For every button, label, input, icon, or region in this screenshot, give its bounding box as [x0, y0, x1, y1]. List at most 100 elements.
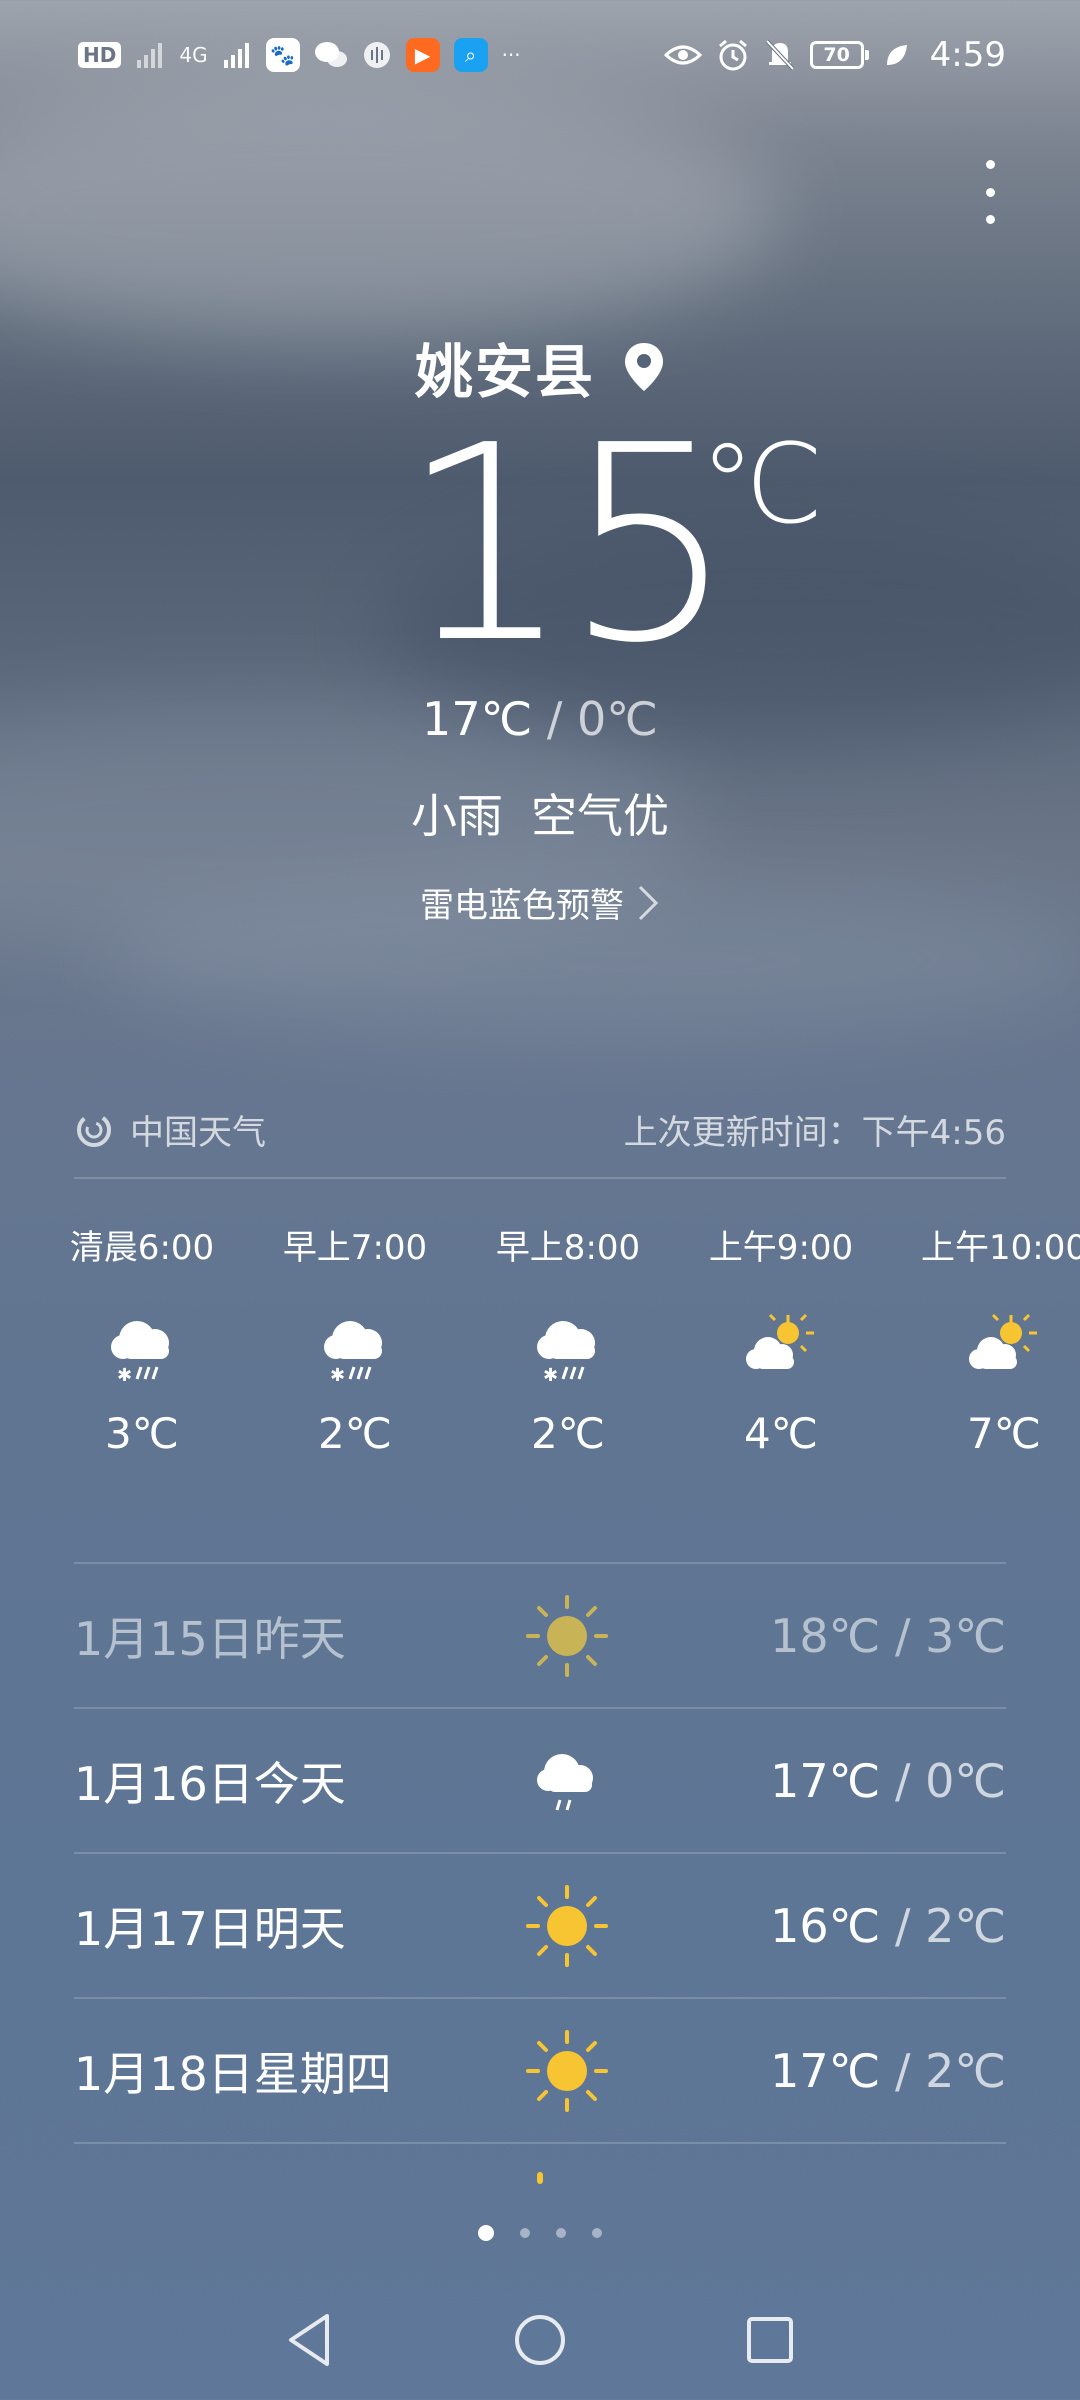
- day-temp-separator: /: [894, 1899, 911, 1953]
- day-high: 18℃: [770, 1609, 881, 1663]
- video-app-icon: ▶: [405, 38, 440, 72]
- hour-temp: 3℃: [105, 1409, 179, 1458]
- menu-dot-icon: [985, 160, 995, 169]
- back-triangle-icon: [289, 2314, 329, 2366]
- more-notifications: ···: [501, 43, 521, 67]
- snow-cloud-icon: ✱: [537, 1321, 595, 1386]
- hour-temp: 7℃: [967, 1409, 1041, 1458]
- air-quality[interactable]: 空气优: [531, 780, 669, 846]
- weather-warning-link[interactable]: 雷电蓝色预警: [0, 878, 1080, 927]
- sun-icon: [526, 2030, 608, 2112]
- hourly-item: 清晨6:00 ✱ 3℃: [42, 1220, 242, 1458]
- alarm-icon: [718, 39, 747, 71]
- home-button[interactable]: [510, 2310, 570, 2370]
- day-high: 17℃: [770, 1754, 881, 1808]
- location-pin-icon: [625, 343, 663, 391]
- today-low: 0℃: [577, 692, 658, 746]
- temperature-unit: ℃: [700, 420, 824, 548]
- condition-row: 小雨 空气优: [0, 780, 1080, 846]
- day-label: 1月18日星期四: [74, 2047, 392, 2101]
- sun-icon: [526, 1885, 608, 1967]
- voice-app-icon: [363, 42, 390, 68]
- hour-time: 上午10:00: [921, 1228, 1080, 1268]
- home-circle-icon: [515, 2315, 565, 2365]
- day-temp: 17℃ / 2℃: [770, 2044, 1006, 2098]
- clock: 4:59: [929, 35, 1006, 75]
- page-dot[interactable]: [592, 2228, 602, 2238]
- battery-indicator: 70: [809, 41, 869, 69]
- day-low: 2℃: [925, 2044, 1006, 2098]
- sun-ray-partial-icon: [537, 2172, 543, 2184]
- svg-text:✱: ✱: [117, 1365, 132, 1386]
- hour-time: 早上8:00: [495, 1228, 641, 1268]
- hd-indicator: HD: [78, 42, 122, 68]
- system-navigation-bar: [0, 2280, 1080, 2400]
- day-label: 1月16日今天: [74, 1757, 346, 1811]
- daily-row-yesterday[interactable]: 1月15日昨天 18℃ / 3℃: [74, 1564, 1006, 1708]
- divider: [74, 2142, 1006, 2144]
- daily-row-today[interactable]: 1月16日今天 17℃ / 0℃: [74, 1709, 1006, 1853]
- daily-row-thursday[interactable]: 1月18日星期四 17℃ / 2℃: [74, 1999, 1006, 2143]
- weather-condition: 小雨: [411, 789, 503, 843]
- signal-strength-icon: [223, 43, 249, 68]
- hour-temp: 4℃: [744, 1409, 818, 1458]
- day-high: 16℃: [770, 1899, 881, 1953]
- recents-square-icon: [747, 2317, 793, 2363]
- source-name: 中国天气: [130, 1113, 266, 1153]
- partly-sunny-icon: [746, 1313, 814, 1369]
- wechat-icon: [314, 42, 347, 67]
- source-row: 中国天气 上次更新时间：下午4:56: [74, 1105, 1006, 1154]
- day-high: 17℃: [770, 2044, 881, 2098]
- hourly-item: 早上8:00 ✱ 2℃: [468, 1220, 668, 1458]
- snow-cloud-icon: ✱: [324, 1321, 382, 1386]
- day-temp: 17℃ / 0℃: [770, 1754, 1006, 1808]
- sun-icon: [526, 1595, 608, 1677]
- hourly-forecast[interactable]: 清晨6:00 ✱ 3℃ 早上7:00 ✱ 2℃ 早上8:00 ✱ 2℃ 上午9:…: [0, 1220, 1080, 1520]
- hour-time: 早上7:00: [282, 1228, 428, 1268]
- hour-temp: 2℃: [531, 1409, 605, 1458]
- hourly-item: 上午10:00 7℃: [904, 1220, 1080, 1458]
- rain-cloud-icon: [537, 1754, 593, 1811]
- china-weather-logo-icon: [77, 1112, 111, 1147]
- day-temp: 18℃ / 3℃: [770, 1609, 1006, 1663]
- menu-dot-icon: [985, 187, 995, 197]
- page-dot[interactable]: [478, 2225, 494, 2241]
- leaf-icon: [886, 45, 907, 65]
- page-dot[interactable]: [520, 2228, 530, 2238]
- eye-icon: [663, 45, 702, 65]
- svg-text:✱: ✱: [543, 1365, 558, 1386]
- day-low: 2℃: [925, 1899, 1006, 1953]
- mute-bell-icon: [765, 39, 795, 71]
- search-app-icon: ⌕: [453, 38, 488, 72]
- hour-temp: 2℃: [318, 1409, 392, 1458]
- day-temp: 16℃ / 2℃: [770, 1899, 1006, 1953]
- day-temp-separator: /: [894, 1754, 911, 1808]
- day-label: 1月15日昨天: [74, 1612, 346, 1666]
- day-temp-separator: /: [894, 2044, 911, 2098]
- warning-text: 雷电蓝色预警: [420, 886, 624, 926]
- last-updated: 上次更新时间：下午4:56: [623, 1113, 1006, 1153]
- menu-dot-icon: [985, 215, 995, 224]
- chevron-right-icon: [638, 885, 659, 920]
- recents-button[interactable]: [740, 2310, 800, 2370]
- network-type: 4G: [179, 43, 208, 67]
- data-source: 中国天气: [74, 1105, 266, 1154]
- divider: [74, 1177, 1006, 1179]
- day-label: 1月17日明天: [74, 1902, 346, 1956]
- more-options-button[interactable]: [970, 160, 1010, 224]
- hourly-item: 上午9:00 4℃: [681, 1220, 881, 1458]
- baidu-app-icon: 🐾: [265, 38, 300, 72]
- hour-time: 清晨6:00: [69, 1228, 215, 1268]
- today-high: 17℃: [422, 692, 533, 746]
- status-bar-left: HD 4G 🐾 ▶ ⌕ ···: [78, 38, 521, 72]
- daily-row-tomorrow[interactable]: 1月17日明天 16℃ / 2℃: [74, 1854, 1006, 1998]
- today-high-low: 17℃ / 0℃: [0, 692, 1080, 746]
- signal-icon: [137, 43, 163, 68]
- page-indicator[interactable]: [0, 2225, 1080, 2241]
- back-button[interactable]: [280, 2310, 340, 2370]
- svg-text:✱: ✱: [330, 1365, 345, 1386]
- status-bar: HD 4G 🐾 ▶ ⌕ ··· 70 4:59: [0, 0, 1080, 110]
- page-dot[interactable]: [556, 2228, 566, 2238]
- hourly-item: 早上7:00 ✱ 2℃: [255, 1220, 455, 1458]
- status-bar-right: 70 4:59: [663, 35, 1006, 75]
